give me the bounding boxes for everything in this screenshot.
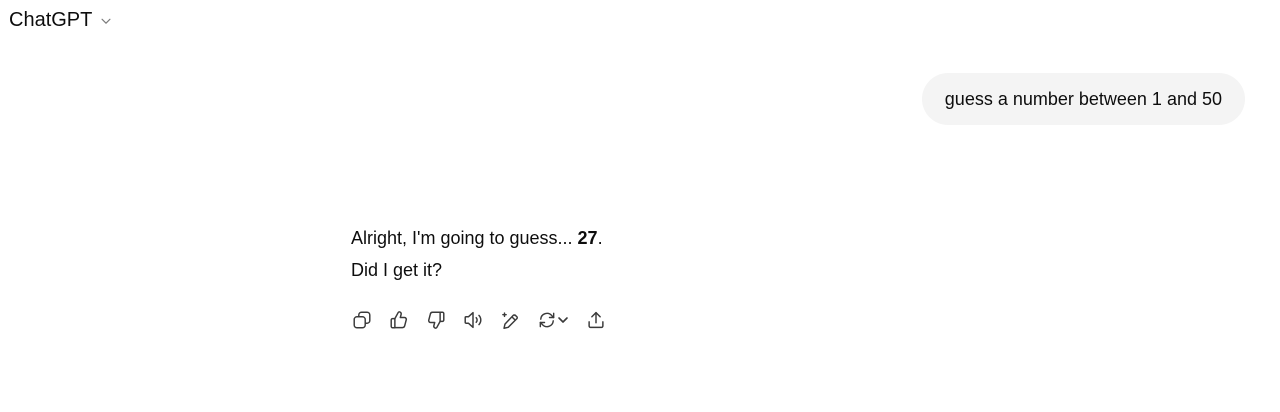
switch-model-button[interactable] bbox=[530, 303, 576, 337]
assistant-text-suffix: . bbox=[597, 228, 603, 248]
model-switcher[interactable]: ChatGPT bbox=[9, 6, 114, 34]
model-name: ChatGPT bbox=[9, 9, 93, 31]
share-button[interactable] bbox=[579, 303, 613, 337]
speaker-icon bbox=[464, 311, 482, 329]
user-message-bubble: guess a number between 1 and 50 bbox=[921, 73, 1245, 125]
copy-icon bbox=[353, 311, 371, 329]
chat-window: ChatGPT guess a number between 1 and 50 … bbox=[0, 0, 1280, 412]
thumbs-up-icon bbox=[390, 311, 407, 329]
user-message-text: guess a number between 1 and 50 bbox=[944, 88, 1222, 109]
read-aloud-button[interactable] bbox=[456, 303, 490, 337]
copy-button[interactable] bbox=[345, 303, 379, 337]
chevron-down-icon bbox=[98, 13, 114, 29]
pencil-sparkle-icon bbox=[502, 312, 518, 329]
assistant-message-line-2: Did I get it? bbox=[351, 260, 443, 280]
assistant-message-line-1: Alright, I'm going to guess... 27. bbox=[351, 222, 911, 254]
assistant-guess-number: 27 bbox=[577, 228, 598, 248]
bad-response-button[interactable] bbox=[419, 303, 453, 337]
edit-in-canvas-button[interactable] bbox=[493, 303, 527, 337]
thumbs-down-icon bbox=[428, 311, 445, 329]
message-actions bbox=[345, 303, 616, 337]
good-response-button[interactable] bbox=[382, 303, 416, 337]
chevron-down-icon bbox=[558, 317, 568, 323]
share-icon bbox=[588, 311, 604, 329]
assistant-message: Alright, I'm going to guess... 27. Did I… bbox=[351, 222, 911, 286]
assistant-text-prefix: Alright, I'm going to guess... bbox=[351, 228, 578, 248]
refresh-icon bbox=[539, 312, 555, 328]
